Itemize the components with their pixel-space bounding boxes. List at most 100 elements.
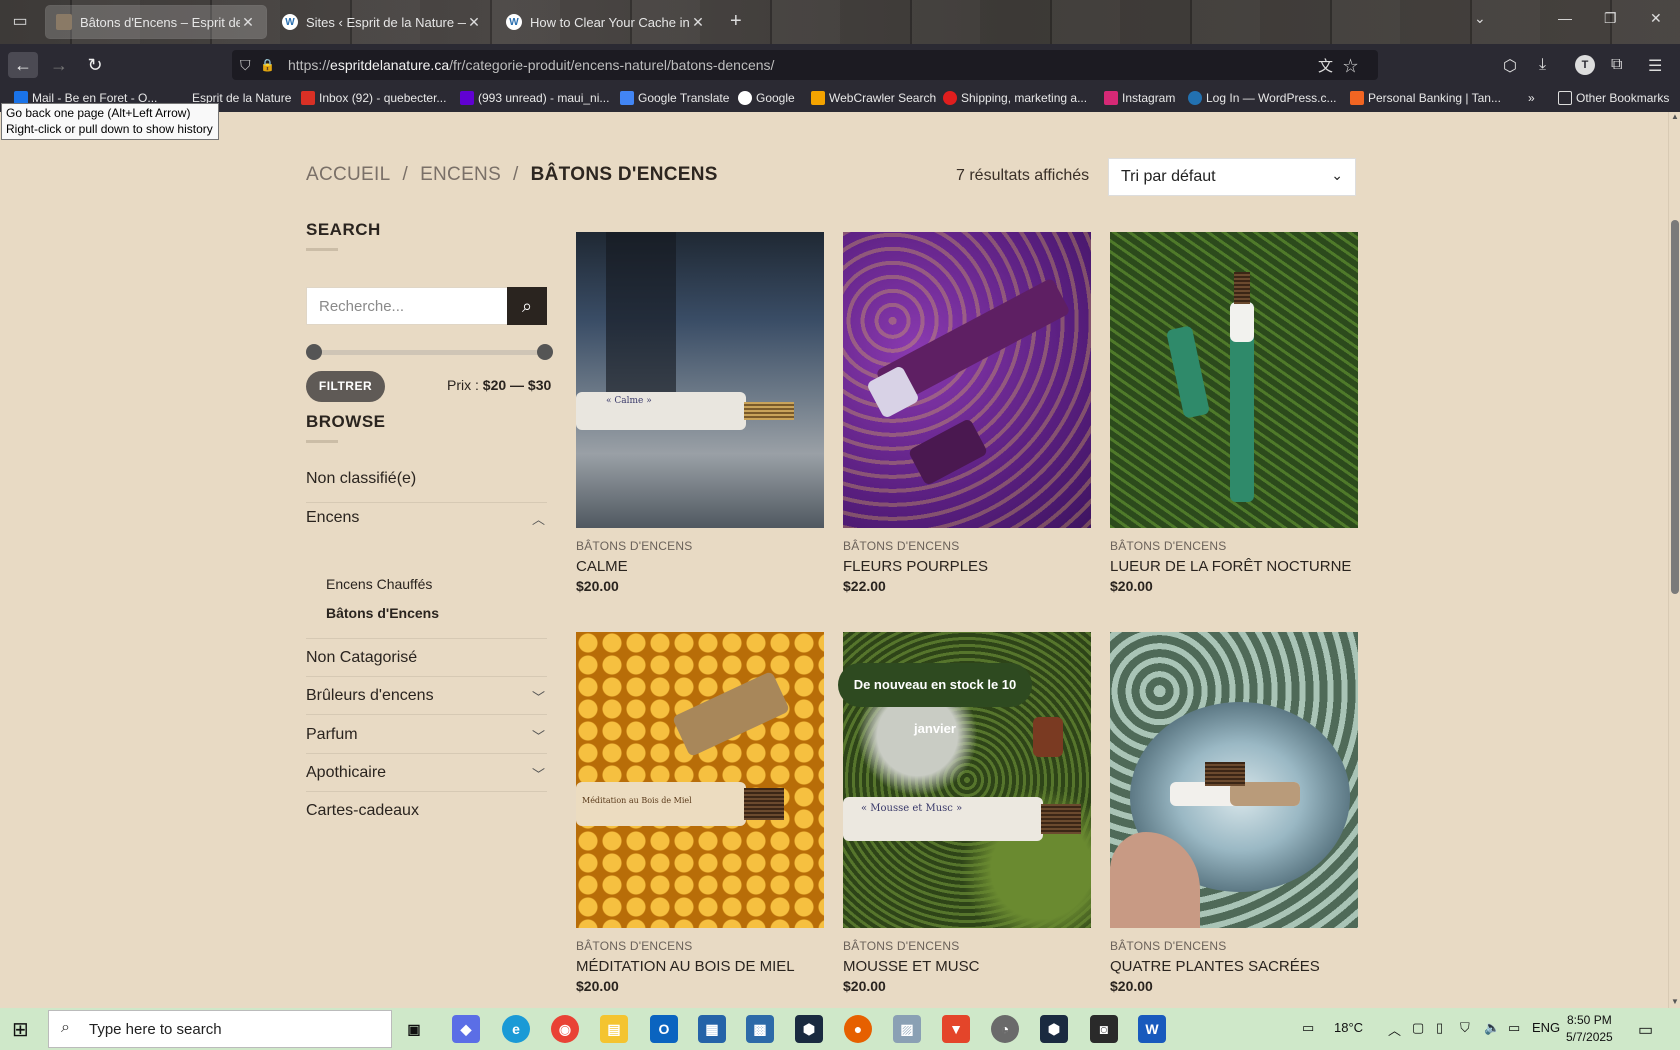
product-category[interactable]: BÂTONS D'ENCENS [843, 539, 959, 553]
search-input[interactable]: Recherche... [306, 287, 508, 325]
product-category[interactable]: BÂTONS D'ENCENS [576, 939, 692, 953]
product-image-calme[interactable]: « Calme » [576, 232, 824, 528]
forward-button[interactable]: → [44, 52, 74, 78]
language-indicator[interactable]: ENG [1532, 1020, 1560, 1035]
category-non-classifie[interactable]: Non classifié(e) [306, 470, 547, 488]
product-category[interactable]: BÂTONS D'ENCENS [1110, 939, 1226, 953]
camera-app-icon[interactable]: ◙ [1090, 1015, 1118, 1043]
extensions-icon[interactable]: ⧉ [1611, 56, 1622, 74]
chevron-down-icon[interactable]: ﹀ [532, 687, 545, 706]
subcategory-encens-chauffes[interactable]: Encens Chauffés [326, 576, 432, 592]
file-explorer-icon[interactable]: ▤ [600, 1015, 628, 1043]
bookmark-google[interactable]: Google [738, 91, 795, 105]
show-hidden-icons-icon[interactable]: ︿ [1388, 1020, 1401, 1039]
close-tab-icon[interactable]: ✕ [690, 14, 706, 31]
category-bruleurs[interactable]: Brûleurs d'encens ﹀ [306, 687, 547, 705]
product-image-meditation-miel[interactable]: Méditation au Bois de Miel [576, 632, 824, 928]
lock-icon[interactable]: 🔒 [260, 58, 282, 72]
outlook-icon[interactable]: O [650, 1015, 678, 1043]
list-all-tabs-icon[interactable]: ⌄ [1474, 10, 1486, 27]
product-title[interactable]: CALME [576, 558, 628, 575]
price-slider-track[interactable] [312, 350, 544, 355]
menu-icon[interactable]: ☰ [1648, 56, 1662, 76]
photos-icon[interactable]: ▨ [893, 1015, 921, 1043]
volume-icon[interactable]: 🔈 [1484, 1020, 1500, 1036]
other-bookmarks[interactable]: Other Bookmarks [1558, 91, 1669, 105]
product-title[interactable]: FLEURS POURPLES [843, 558, 988, 575]
sort-select[interactable]: Tri par défaut ⌄ [1108, 158, 1356, 196]
word-icon[interactable]: W [1138, 1015, 1166, 1043]
price-slider-min-handle[interactable] [306, 344, 322, 360]
scrollbar-thumb[interactable] [1671, 220, 1679, 594]
account-avatar[interactable]: T [1575, 55, 1595, 75]
address-bar[interactable]: ⛉ 🔒 https://espritdelanature.ca/fr/categ… [232, 50, 1378, 80]
weather-icon[interactable]: ▭ [1302, 1020, 1314, 1036]
task-view-icon[interactable]: ▣ [400, 1015, 428, 1043]
clock-app-icon[interactable]: ◔ [991, 1015, 1019, 1043]
taskbar-search-input[interactable]: ⌕ Type here to search [48, 1010, 392, 1048]
bookmark-shipping[interactable]: Shipping, marketing a... [943, 91, 1087, 105]
copilot-icon[interactable]: ◆ [452, 1015, 480, 1043]
bookmark-translate[interactable]: Google Translate [620, 91, 729, 105]
product-title[interactable]: LUEUR DE LA FORÊT NOCTURNE [1110, 558, 1351, 575]
chrome-icon[interactable]: ◉ [551, 1015, 579, 1043]
tracking-protection-icon[interactable]: ⛉ [240, 57, 260, 74]
bookmark-webcrawler[interactable]: WebCrawler Search [811, 91, 936, 105]
meet-now-icon[interactable]: ▢ [1412, 1020, 1424, 1036]
breadcrumb-encens[interactable]: ENCENS [420, 164, 501, 185]
tab-batons-dencens[interactable]: Bâtons d'Encens – Esprit de la N ✕ [45, 5, 267, 39]
category-non-catagorise[interactable]: Non Catagorisé [306, 649, 547, 667]
downloads-icon[interactable]: ⤓ [1539, 56, 1546, 74]
bookmark-yahoo[interactable]: (993 unread) - maui_ni... [460, 91, 609, 105]
notifications-icon[interactable]: ▭ [1638, 1020, 1653, 1040]
scroll-up-icon[interactable]: ▲ [1671, 112, 1679, 121]
bookmark-instagram[interactable]: Instagram [1104, 91, 1175, 105]
pocket-icon[interactable]: ⬡ [1503, 56, 1517, 76]
bookmark-banking[interactable]: Personal Banking | Tan... [1350, 91, 1501, 105]
reload-button[interactable]: ↻ [80, 52, 110, 78]
network-icon[interactable]: ▭ [1508, 1020, 1520, 1036]
back-button[interactable]: ← [8, 52, 38, 78]
chevron-up-icon[interactable]: ︿ [532, 509, 545, 528]
minimize-icon[interactable]: — [1558, 10, 1572, 26]
product-title[interactable]: MÉDITATION AU BOIS DE MIEL [576, 958, 795, 975]
close-tab-icon[interactable]: ✕ [466, 14, 482, 31]
chevron-down-icon[interactable]: ﹀ [532, 726, 545, 745]
brave-icon[interactable]: ▼ [942, 1015, 970, 1043]
category-apothicaire[interactable]: Apothicaire ﹀ [306, 764, 547, 782]
chevron-down-icon[interactable]: ﹀ [532, 764, 545, 783]
bookmark-gmail[interactable]: Inbox (92) - quebecter... [301, 91, 446, 105]
close-tab-icon[interactable]: ✕ [240, 14, 256, 31]
product-image-quatre-plantes[interactable] [1110, 632, 1358, 928]
firefox-icon[interactable]: ● [844, 1015, 872, 1043]
product-category[interactable]: BÂTONS D'ENCENS [843, 939, 959, 953]
subcategory-batons-dencens[interactable]: Bâtons d'Encens [326, 605, 439, 621]
tab-clear-cache[interactable]: W How to Clear Your Cache in W ✕ [496, 6, 716, 38]
product-title[interactable]: QUATRE PLANTES SACRÉES [1110, 958, 1320, 975]
translate-icon[interactable]: 文 [1318, 58, 1343, 75]
bookmarks-overflow-icon[interactable]: » [1528, 91, 1535, 105]
edge-icon[interactable]: e [502, 1015, 530, 1043]
page-scrollbar[interactable]: ▲ ▼ [1668, 112, 1680, 1008]
product-image-fleurs-pourples[interactable] [843, 232, 1091, 528]
breadcrumb-accueil[interactable]: ACCUEIL [306, 164, 390, 185]
bookmark-star-icon[interactable]: ☆ [1343, 58, 1368, 75]
calculator-icon[interactable]: ▩ [746, 1015, 774, 1043]
store-icon[interactable]: ▦ [698, 1015, 726, 1043]
app-hex-icon[interactable]: ⬢ [795, 1015, 823, 1043]
battery-icon[interactable]: ▯ [1436, 1020, 1443, 1036]
url-text[interactable]: https://espritdelanature.ca/fr/categorie… [288, 57, 774, 73]
product-title[interactable]: MOUSSE ET MUSC [843, 958, 979, 975]
taskbar-clock[interactable]: 8:50 PM 5/7/2025 [1566, 1012, 1613, 1046]
category-parfum[interactable]: Parfum ﹀ [306, 726, 547, 744]
product-category[interactable]: BÂTONS D'ENCENS [1110, 539, 1226, 553]
restore-icon[interactable]: ❐ [1604, 10, 1617, 27]
tab-sites[interactable]: W Sites ‹ Esprit de la Nature — W ✕ [272, 6, 492, 38]
search-button[interactable]: ⌕ [507, 287, 547, 325]
new-tab-icon[interactable]: + [730, 10, 742, 33]
product-category[interactable]: BÂTONS D'ENCENS [576, 539, 692, 553]
category-encens[interactable]: Encens ︿ [306, 509, 547, 527]
app-hex-icon[interactable]: ⬢ [1040, 1015, 1068, 1043]
windows-start-icon[interactable]: ⊞ [12, 1019, 34, 1041]
close-window-icon[interactable]: ✕ [1650, 10, 1662, 27]
